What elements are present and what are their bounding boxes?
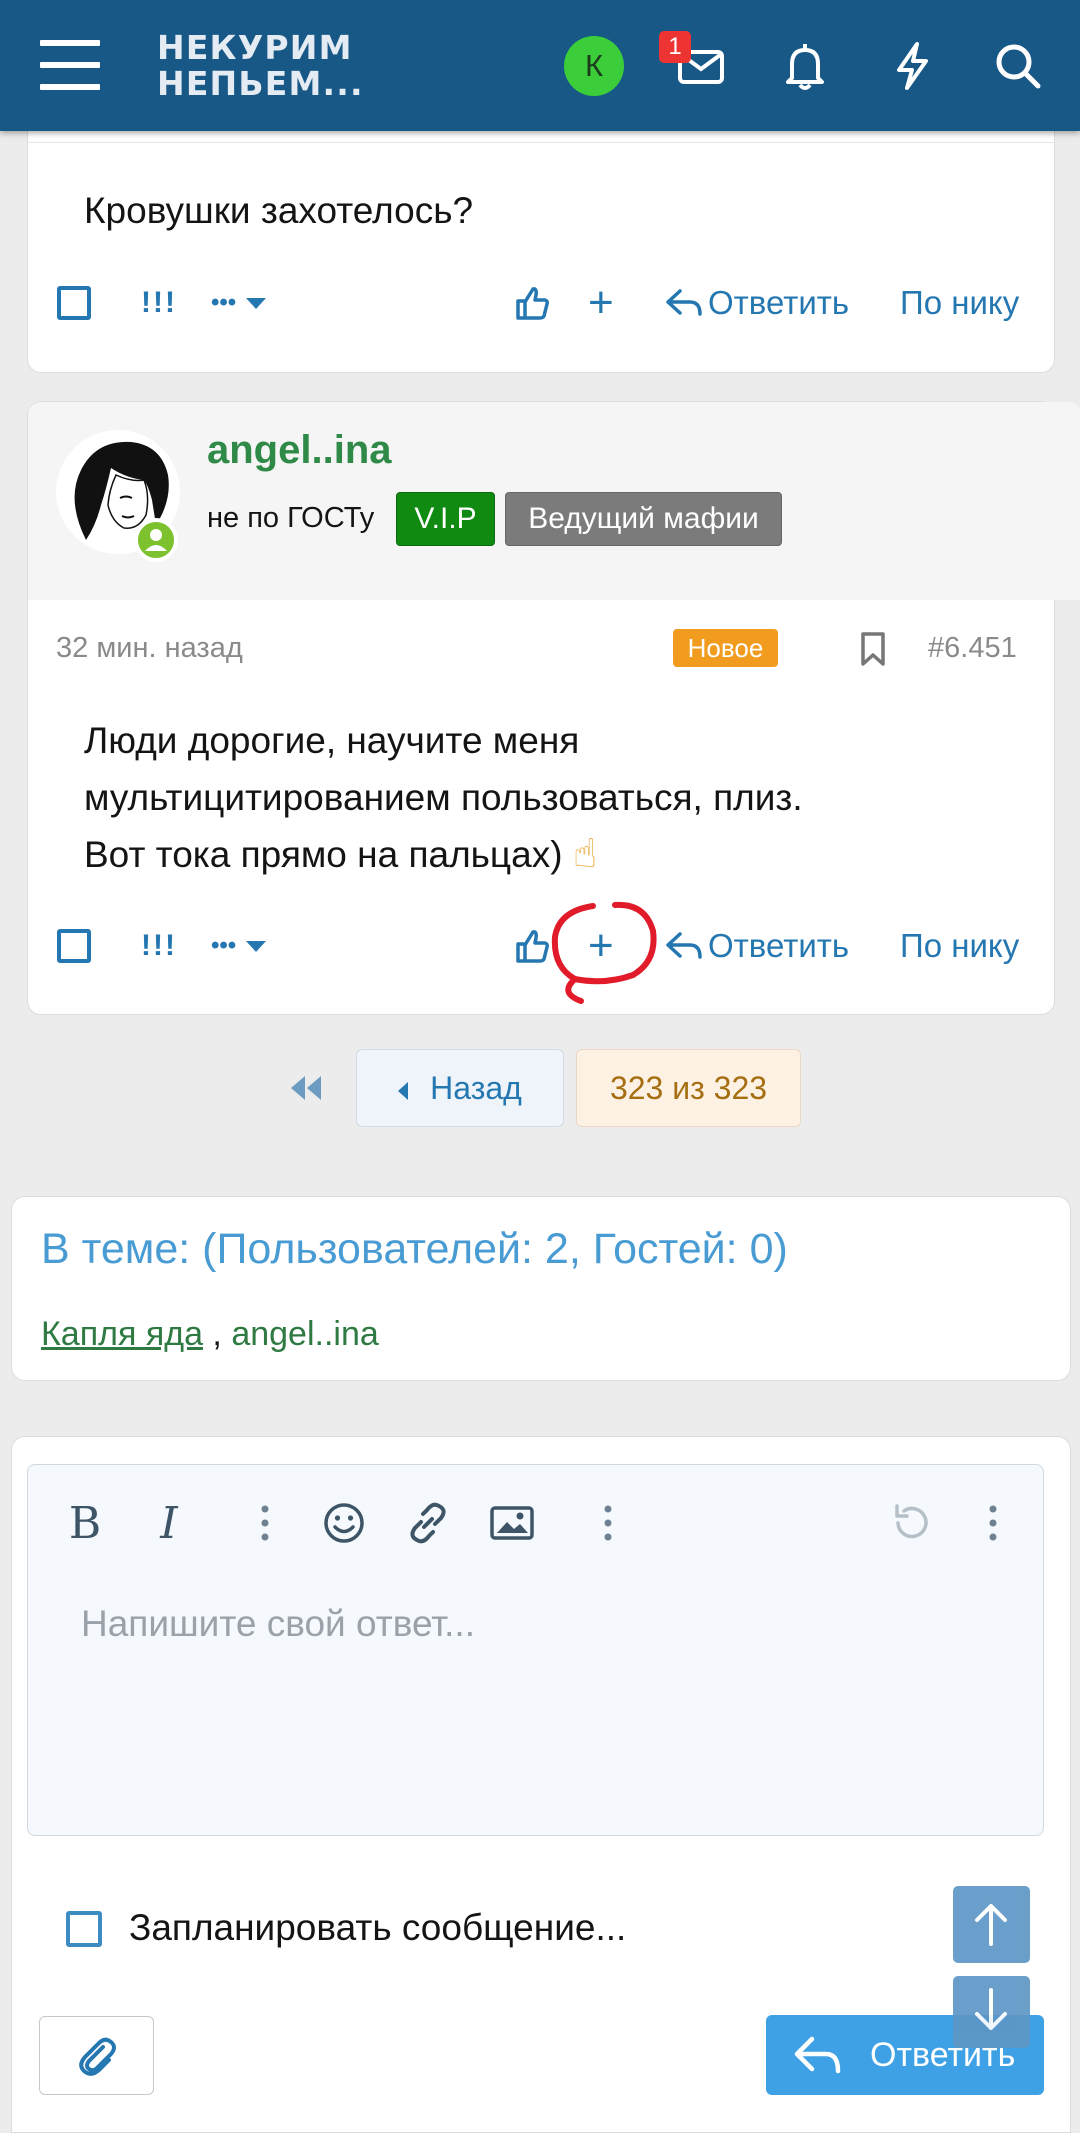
- by-nick-button[interactable]: По нику: [900, 916, 1019, 976]
- in-topic-card: В теме: (Пользователей: 2, Гостей: 0) Ка…: [11, 1196, 1071, 1381]
- more-vertical-icon[interactable]: [593, 1495, 623, 1551]
- page-indicator[interactable]: 323 из 323: [576, 1049, 801, 1127]
- post-card: angel..ina не по ГОСТу V.I.P Ведущий маф…: [27, 401, 1080, 1015]
- mafia-host-tag: Ведущий мафии: [505, 492, 782, 546]
- multiquote-plus-icon[interactable]: +: [588, 273, 614, 333]
- bold-icon[interactable]: B: [60, 1495, 110, 1551]
- logo-line-2: НЕПЬЕМ...: [157, 64, 364, 103]
- italic-icon[interactable]: I: [144, 1495, 194, 1551]
- post-actions: !!! ••• + Ответить По нику: [28, 273, 1080, 333]
- smiley-icon[interactable]: [319, 1495, 369, 1551]
- online-status-icon: [134, 518, 178, 562]
- new-badge: Новое: [673, 629, 778, 667]
- by-nick-button[interactable]: По нику: [900, 273, 1019, 333]
- author-title: не по ГОСТу: [207, 502, 375, 534]
- reply-icon: [666, 932, 702, 959]
- site-logo[interactable]: НЕКУРИМ НЕПЬЕМ...: [157, 30, 364, 102]
- post-line: мультицитированием пользоваться, плиз.: [84, 777, 803, 818]
- post-line: Люди дорогие, научите меня: [84, 720, 580, 761]
- more-menu-button[interactable]: •••: [211, 916, 267, 976]
- reply-icon: [666, 289, 702, 316]
- chevron-down-icon: [246, 940, 267, 952]
- inbox-badge: 1: [659, 31, 691, 63]
- reply-icon: [794, 2036, 841, 2074]
- pointing-up-emoji: ☝: [572, 832, 598, 876]
- post-line: Вот тока прямо на пальцах) ☝: [84, 826, 803, 883]
- select-checkbox[interactable]: [57, 273, 91, 333]
- author-username[interactable]: angel..ina: [207, 428, 392, 473]
- reply-button[interactable]: Ответить: [664, 273, 849, 333]
- reply-placeholder: Напишите свой ответ...: [81, 1603, 475, 1644]
- reply-label: Ответить: [708, 284, 850, 321]
- in-topic-users: Капля яда , angel..ina: [41, 1315, 379, 1354]
- reply-label: Ответить: [708, 927, 850, 964]
- vip-tag: V.I.P: [396, 492, 495, 546]
- reply-button[interactable]: Ответить: [664, 916, 849, 976]
- post-number[interactable]: #6.451: [928, 632, 1017, 665]
- search-icon[interactable]: [988, 36, 1048, 96]
- report-button[interactable]: !!!: [141, 273, 177, 333]
- more-dots: •••: [211, 932, 237, 959]
- caret-left-icon: [398, 1081, 409, 1100]
- reply-editor[interactable]: B I Напишите свой ответ...: [27, 1464, 1044, 1836]
- menu-icon[interactable]: [40, 40, 100, 90]
- top-bar: НЕКУРИМ НЕПЬЕМ... К 1: [0, 0, 1080, 131]
- user-separator: ,: [202, 1315, 232, 1353]
- user-avatar[interactable]: К: [564, 36, 624, 96]
- lightning-icon[interactable]: [882, 36, 942, 96]
- link-icon[interactable]: [403, 1495, 453, 1551]
- arrow-up-icon: [975, 1904, 1007, 1946]
- undo-icon[interactable]: [886, 1495, 936, 1551]
- more-menu-button[interactable]: •••: [211, 273, 267, 333]
- scroll-down-button[interactable]: [953, 1976, 1030, 2048]
- schedule-label[interactable]: Запланировать сообщение...: [129, 1907, 626, 1949]
- prev-page-button[interactable]: Назад: [356, 1049, 564, 1127]
- topic-user-link[interactable]: Капля яда: [41, 1315, 203, 1353]
- image-icon[interactable]: [487, 1495, 537, 1551]
- topic-user-link[interactable]: angel..ina: [231, 1315, 378, 1353]
- post-body: Кровушки захотелось?: [84, 190, 474, 231]
- red-circle-annotation: [551, 901, 657, 1004]
- post-body: Люди дорогие, научите меня мультицитиров…: [84, 712, 803, 883]
- first-page-icon[interactable]: [285, 1068, 325, 1108]
- arrow-down-icon: [975, 1988, 1007, 2030]
- logo-line-1: НЕКУРИМ: [157, 28, 353, 67]
- post-time[interactable]: 32 мин. назад: [56, 632, 243, 665]
- select-checkbox[interactable]: [57, 916, 91, 976]
- bell-icon[interactable]: [775, 36, 835, 96]
- more-dots: •••: [211, 289, 237, 316]
- more-vertical-icon[interactable]: [250, 1495, 280, 1551]
- paperclip-icon: [79, 2037, 116, 2076]
- chevron-down-icon: [246, 297, 267, 309]
- prev-page-label: Назад: [430, 1070, 522, 1106]
- in-topic-title: В теме: (Пользователей: 2, Гостей: 0): [41, 1225, 788, 1273]
- report-button[interactable]: !!!: [141, 916, 177, 976]
- schedule-checkbox[interactable]: [66, 1911, 102, 1947]
- post-line-text: Вот тока прямо на пальцах): [84, 834, 563, 875]
- like-icon[interactable]: [512, 273, 552, 333]
- bookmark-icon[interactable]: [856, 630, 890, 668]
- more-vertical-icon[interactable]: [978, 1495, 1008, 1551]
- post-author-block: angel..ina не по ГОСТу V.I.P Ведущий маф…: [28, 402, 1080, 600]
- scroll-up-button[interactable]: [953, 1886, 1030, 1963]
- attach-button[interactable]: [39, 2016, 154, 2095]
